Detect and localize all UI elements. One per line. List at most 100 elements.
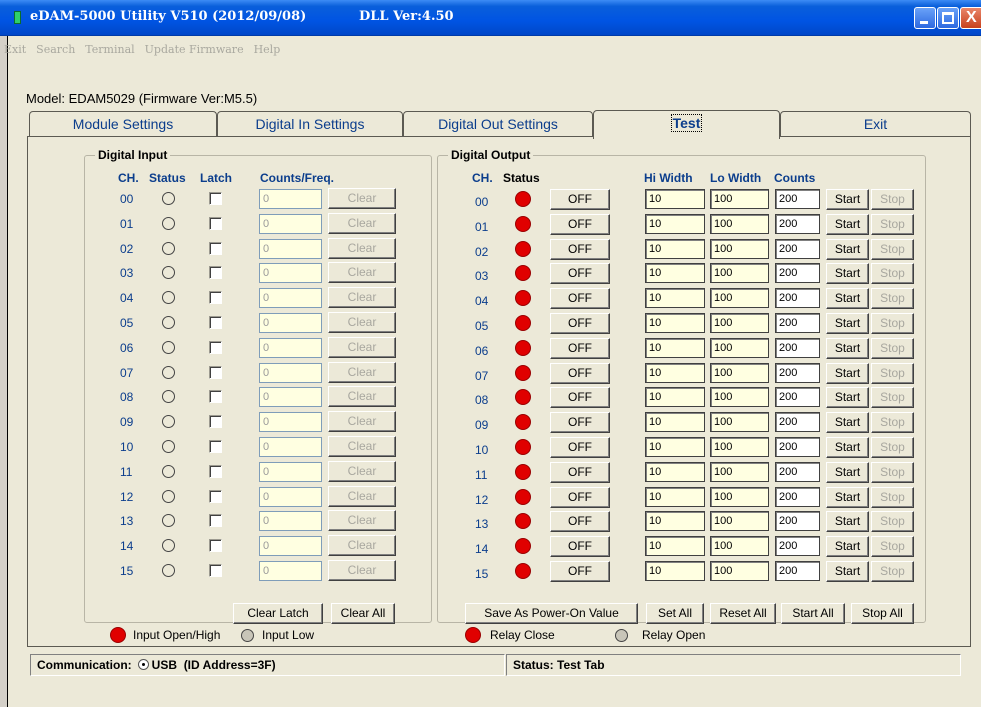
do-off-button[interactable]: OFF <box>550 561 610 582</box>
do-off-button[interactable]: OFF <box>550 437 610 458</box>
do-off-button[interactable]: OFF <box>550 288 610 310</box>
di-clear-button[interactable]: Clear <box>328 535 396 557</box>
do-off-button[interactable]: OFF <box>550 412 610 434</box>
di-latch-checkbox[interactable] <box>209 316 222 329</box>
di-clear-button[interactable]: Clear <box>328 510 396 532</box>
do-lo-width-field[interactable]: 100 <box>710 437 769 457</box>
do-hi-width-field[interactable]: 10 <box>645 437 705 457</box>
di-clear-button[interactable]: Clear <box>328 237 396 259</box>
do-hi-width-field[interactable]: 10 <box>645 213 705 234</box>
do-lo-width-field[interactable]: 100 <box>710 238 769 259</box>
do-off-button[interactable]: OFF <box>550 486 610 508</box>
menu-terminal[interactable]: Terminal <box>85 43 134 56</box>
do-lo-width-field[interactable]: 100 <box>710 387 769 408</box>
do-hi-width-field[interactable]: 10 <box>645 337 705 358</box>
menu-exit[interactable]: Exit <box>4 43 26 56</box>
di-latch-checkbox[interactable] <box>209 564 222 577</box>
usb-radio[interactable] <box>137 659 149 670</box>
do-hi-width-field[interactable]: 10 <box>645 536 705 557</box>
do-counts-field[interactable]: 200 <box>775 511 820 532</box>
tab-digital-out-settings[interactable]: Digital Out Settings <box>403 111 593 137</box>
do-start-button[interactable]: Start <box>826 412 869 434</box>
do-counts-field[interactable]: 200 <box>775 437 820 457</box>
do-start-button[interactable]: Start <box>826 362 869 384</box>
do-counts-field[interactable]: 200 <box>775 486 820 507</box>
do-start-button[interactable]: Start <box>826 511 869 533</box>
di-count-field[interactable]: 0 <box>259 288 322 309</box>
do-lo-width-field[interactable]: 100 <box>710 511 769 532</box>
do-off-button[interactable]: OFF <box>550 189 610 210</box>
do-start-button[interactable]: Start <box>826 189 869 210</box>
do-off-button[interactable]: OFF <box>550 213 610 235</box>
do-stop-button[interactable]: Stop <box>871 362 914 384</box>
do-lo-width-field[interactable]: 100 <box>710 362 769 383</box>
di-latch-checkbox[interactable] <box>209 514 222 528</box>
do-stop-button[interactable]: Stop <box>871 238 914 260</box>
do-stop-button[interactable]: Stop <box>871 486 914 508</box>
menu-search[interactable]: Search <box>36 43 75 56</box>
do-counts-field[interactable]: 200 <box>775 362 820 383</box>
do-hi-width-field[interactable]: 10 <box>645 238 705 259</box>
set-all-button[interactable]: Set All <box>646 603 704 624</box>
do-off-button[interactable]: OFF <box>550 387 610 409</box>
di-count-field[interactable]: 0 <box>259 213 322 234</box>
di-count-field[interactable]: 0 <box>259 189 322 209</box>
do-stop-button[interactable]: Stop <box>871 437 914 458</box>
tab-digital-in-settings[interactable]: Digital In Settings <box>217 111 403 137</box>
do-counts-field[interactable]: 200 <box>775 412 820 433</box>
di-count-field[interactable]: 0 <box>259 387 322 408</box>
di-clear-button[interactable]: Clear <box>328 336 396 358</box>
di-clear-button[interactable]: Clear <box>328 411 396 433</box>
di-latch-checkbox[interactable] <box>209 216 222 230</box>
di-count-field[interactable]: 0 <box>259 263 322 284</box>
do-stop-button[interactable]: Stop <box>871 263 914 285</box>
di-clear-button[interactable]: Clear <box>328 485 396 507</box>
do-counts-field[interactable]: 200 <box>775 561 820 581</box>
di-count-field[interactable]: 0 <box>259 337 322 358</box>
do-hi-width-field[interactable]: 10 <box>645 387 705 408</box>
do-lo-width-field[interactable]: 100 <box>710 337 769 358</box>
do-lo-width-field[interactable]: 100 <box>710 486 769 507</box>
title-bar[interactable]: eDAM-5000 Utility V510 (2012/09/08) DLL … <box>0 0 981 36</box>
di-latch-checkbox[interactable] <box>209 464 222 478</box>
do-off-button[interactable]: OFF <box>550 362 610 384</box>
tab-exit[interactable]: Exit <box>780 111 971 137</box>
tab-module-settings[interactable]: Module Settings <box>29 111 217 137</box>
do-lo-width-field[interactable]: 100 <box>710 189 769 209</box>
do-off-button[interactable]: OFF <box>550 461 610 483</box>
do-hi-width-field[interactable]: 10 <box>645 189 705 209</box>
do-stop-button[interactable]: Stop <box>871 561 914 582</box>
do-hi-width-field[interactable]: 10 <box>645 313 705 333</box>
do-lo-width-field[interactable]: 100 <box>710 561 769 581</box>
do-start-button[interactable]: Start <box>826 213 869 235</box>
do-counts-field[interactable]: 200 <box>775 263 820 284</box>
di-clear-button[interactable]: Clear <box>328 188 396 209</box>
do-off-button[interactable]: OFF <box>550 313 610 334</box>
tab-test[interactable]: Test <box>593 110 780 139</box>
do-lo-width-field[interactable]: 100 <box>710 288 769 309</box>
do-off-button[interactable]: OFF <box>550 263 610 285</box>
di-latch-checkbox[interactable] <box>209 440 222 453</box>
do-lo-width-field[interactable]: 100 <box>710 263 769 284</box>
di-clear-button[interactable]: Clear <box>328 460 396 482</box>
do-stop-button[interactable]: Stop <box>871 412 914 434</box>
di-latch-checkbox[interactable] <box>209 365 222 379</box>
do-hi-width-field[interactable]: 10 <box>645 412 705 433</box>
di-clear-button[interactable]: Clear <box>328 212 396 234</box>
do-counts-field[interactable]: 200 <box>775 536 820 557</box>
do-stop-button[interactable]: Stop <box>871 536 914 558</box>
do-start-button[interactable]: Start <box>826 561 869 582</box>
di-count-field[interactable]: 0 <box>259 511 322 532</box>
menu-update-firmware[interactable]: Update Firmware <box>145 43 244 56</box>
di-count-field[interactable]: 0 <box>259 561 322 581</box>
do-stop-button[interactable]: Stop <box>871 288 914 310</box>
do-counts-field[interactable]: 200 <box>775 337 820 358</box>
di-clear-button[interactable]: Clear <box>328 312 396 333</box>
do-counts-field[interactable]: 200 <box>775 238 820 259</box>
clear-latch-button[interactable]: Clear Latch <box>233 603 323 624</box>
do-counts-field[interactable]: 200 <box>775 387 820 408</box>
do-lo-width-field[interactable]: 100 <box>710 213 769 234</box>
do-hi-width-field[interactable]: 10 <box>645 486 705 507</box>
start-all-button[interactable]: Start All <box>781 603 845 624</box>
do-start-button[interactable]: Start <box>826 263 869 285</box>
